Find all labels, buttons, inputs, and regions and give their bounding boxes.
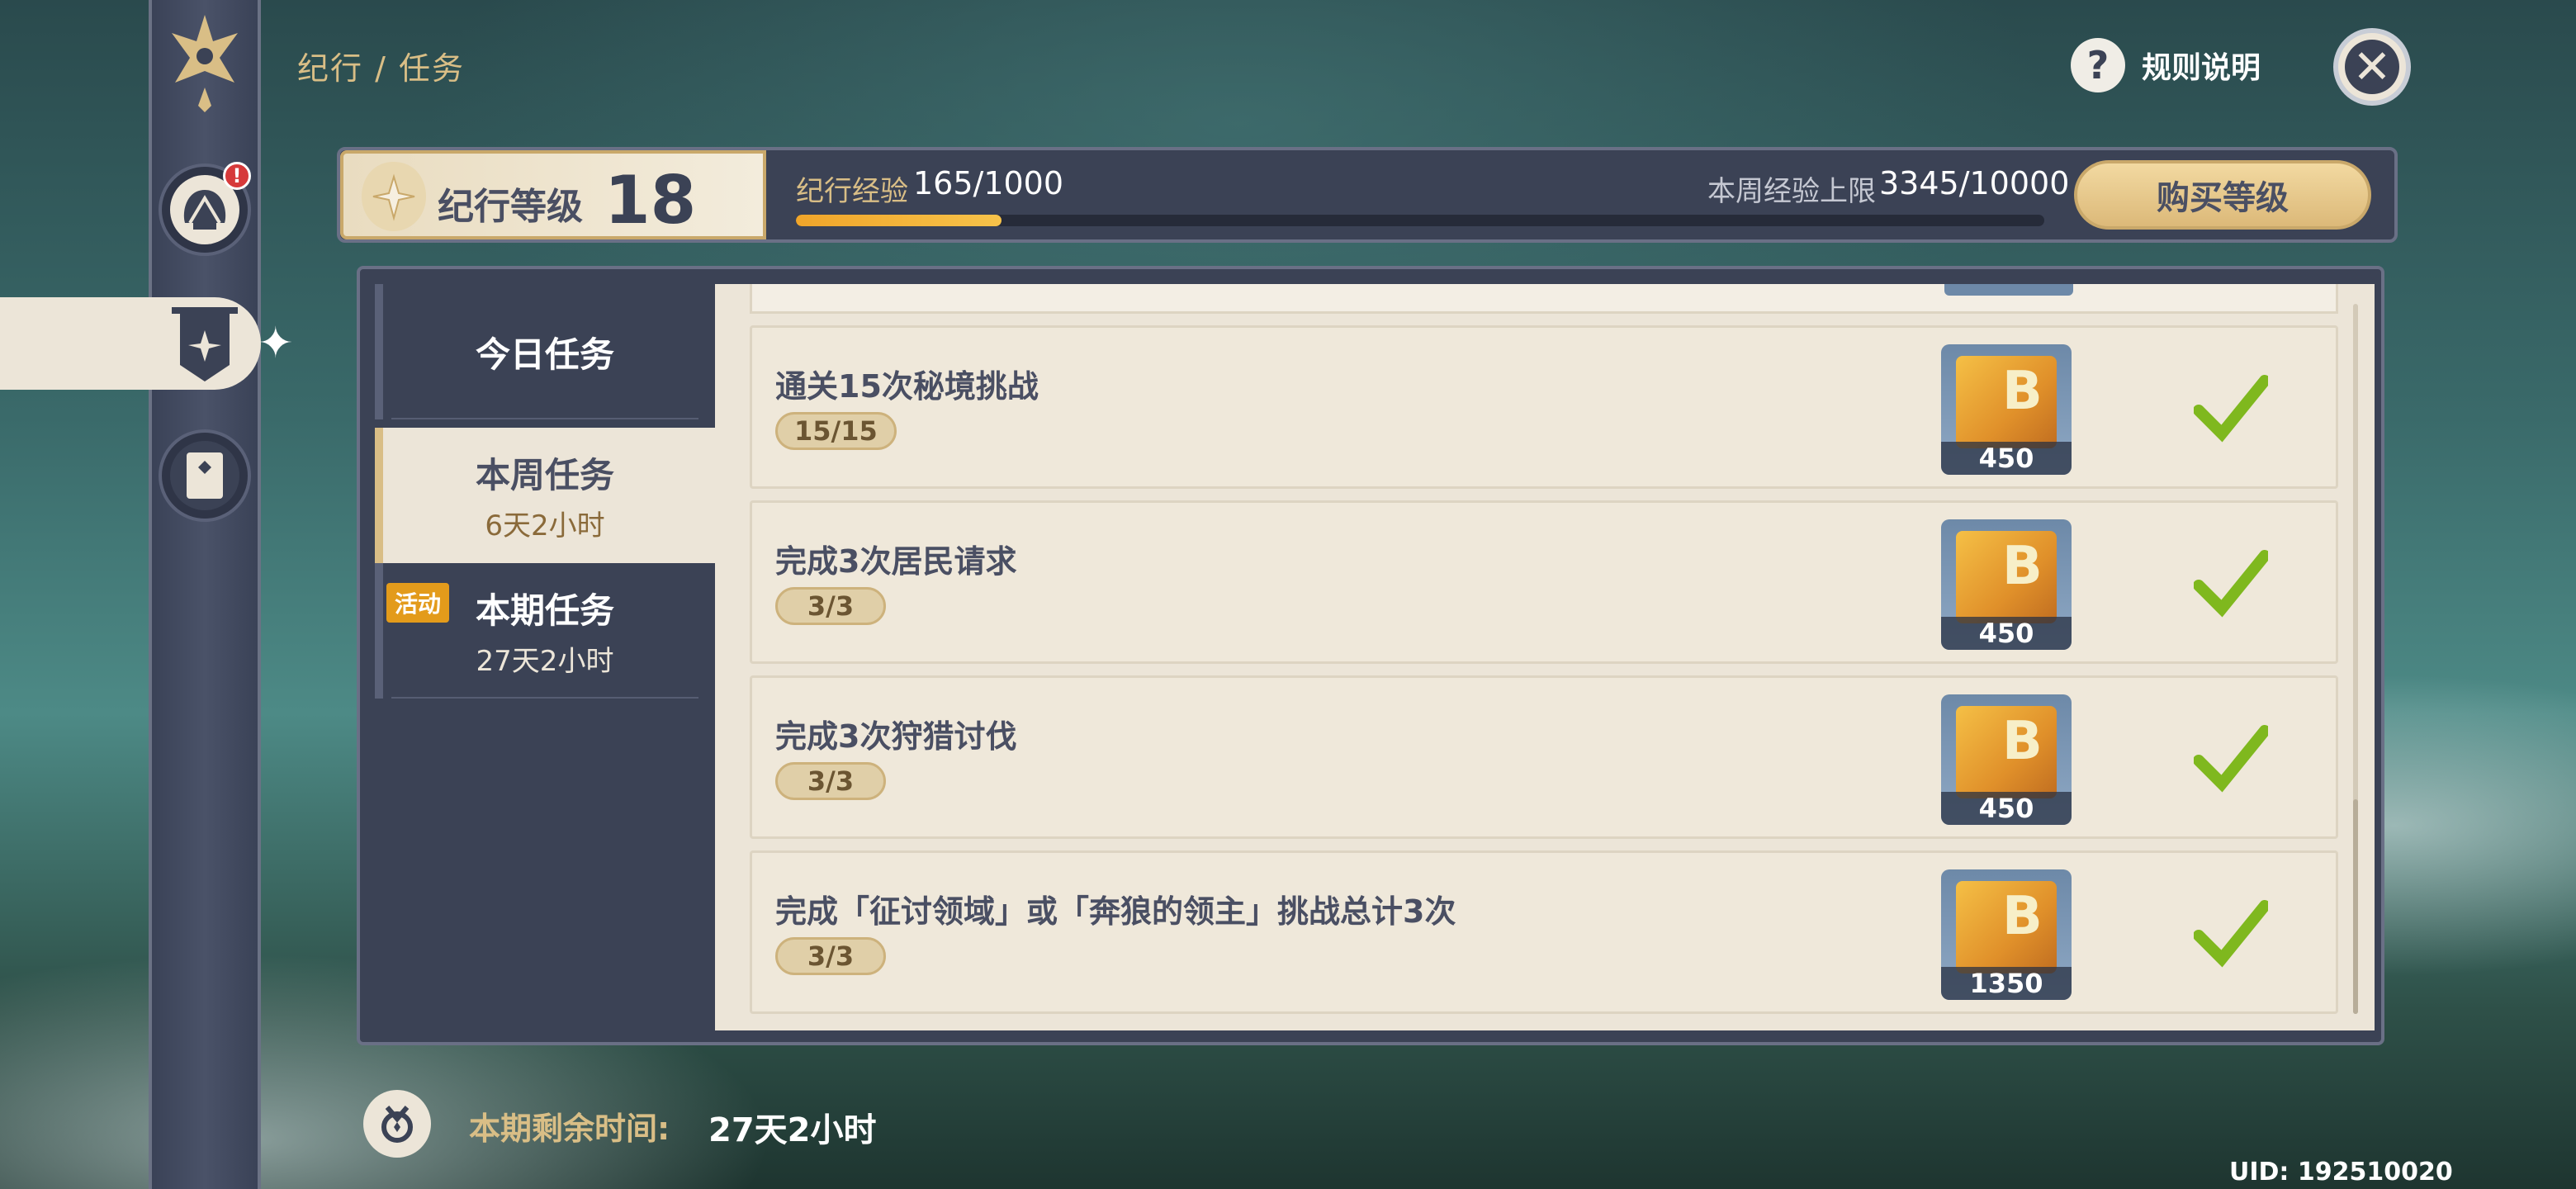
level-box: 纪行等级 18 <box>340 150 766 239</box>
reward-amount: 450 <box>1941 442 2072 475</box>
battle-pass-logo-icon <box>172 15 238 112</box>
remaining-time-label: 本期剩余时间: <box>469 1111 670 1147</box>
task-list: 通关15次秘境挑战 15/15 B 450 完成3次居民请求 3/3 B 450… <box>715 284 2375 1030</box>
mission-panel: 今日任务 本周任务 6天2小时 本期任务 27天2小时 活动 通关15次秘境挑战… <box>357 266 2384 1045</box>
close-icon: ✕ <box>2345 40 2399 94</box>
alert-badge: ! <box>223 162 251 190</box>
list-item: 完成3次狩猎讨伐 3/3 B 450 <box>750 675 2338 839</box>
weekly-cap-value: 3345/10000 <box>1879 165 2070 201</box>
bp-exp-icon: B <box>1956 881 2057 973</box>
reward-amount: 450 <box>1941 792 2072 825</box>
buy-level-button[interactable]: 购买等级 <box>2074 160 2371 230</box>
exp-label: 纪行经验 <box>796 175 908 208</box>
tab-title: 今日任务 <box>475 334 614 375</box>
reward-item[interactable]: B 450 <box>1941 694 2072 825</box>
remaining-time-value: 27天2小时 <box>708 1111 877 1149</box>
tab-title: 本周任务 <box>475 455 614 495</box>
exp-progress-fill <box>796 215 1002 226</box>
rules-button[interactable]: ? 规则说明 <box>2071 38 2261 92</box>
exp-progress-track <box>796 215 2044 226</box>
sparkle-icon: ✦ <box>258 319 294 368</box>
rules-label: 规则说明 <box>2142 51 2261 85</box>
task-progress: 3/3 <box>775 587 886 625</box>
task-title: 完成「征讨领域」或「奔狼的领主」挑战总计3次 <box>775 893 1456 930</box>
level-bar: 纪行等级 18 纪行经验 165/1000 本周经验上限 3345/10000 … <box>337 147 2398 243</box>
reward-item[interactable]: B 450 <box>1941 519 2072 650</box>
hourglass-icon <box>363 1090 431 1158</box>
paimon-menu-button[interactable]: ! <box>159 162 251 256</box>
level-value: 18 <box>604 162 697 239</box>
check-icon <box>2194 375 2268 443</box>
event-tag: 活动 <box>386 583 450 623</box>
exp-value: 165/1000 <box>913 165 1064 201</box>
scrollbar-thumb[interactable] <box>2353 799 2358 1014</box>
task-title: 通关15次秘境挑战 <box>775 368 1039 405</box>
reward-item[interactable]: B 450 <box>1941 344 2072 475</box>
task-title: 完成3次狩猎讨伐 <box>775 718 1017 755</box>
weekly-cap-label: 本周经验上限 <box>1707 175 1876 208</box>
task-progress: 3/3 <box>775 937 886 975</box>
battle-pass-icon[interactable] <box>165 302 244 385</box>
reward-amount: 1350 <box>1941 967 2072 1000</box>
tab-weekly[interactable]: 本周任务 6天2小时 <box>375 428 715 563</box>
bp-exp-icon: B <box>1956 706 2057 798</box>
tab-time: 27天2小时 <box>476 645 614 678</box>
check-icon <box>2194 725 2268 793</box>
task-title: 完成3次居民请求 <box>775 543 1017 580</box>
mission-tabs: 今日任务 本周任务 6天2小时 本期任务 27天2小时 活动 <box>375 284 715 1030</box>
close-button[interactable]: ✕ <box>2333 28 2411 106</box>
breadcrumb: 纪行 / 任务 <box>297 50 465 87</box>
shell-icon <box>183 190 226 230</box>
task-progress: 15/15 <box>775 412 897 450</box>
list-item: 完成「征讨领域」或「奔狼的领主」挑战总计3次 3/3 B 1350 <box>750 850 2338 1014</box>
bp-exp-icon: B <box>1956 356 2057 448</box>
bp-shop-icon <box>187 452 223 499</box>
bp-shop-button[interactable] <box>159 429 251 522</box>
list-item: 完成3次居民请求 3/3 B 450 <box>750 500 2338 664</box>
check-icon <box>2194 550 2268 618</box>
tab-title: 本期任务 <box>475 590 614 631</box>
uid-label: UID: 192510020 <box>2229 1158 2453 1187</box>
list-item <box>750 284 2338 314</box>
reward-amount: 450 <box>1941 617 2072 650</box>
tab-daily[interactable]: 今日任务 <box>375 284 715 419</box>
scrollbar[interactable] <box>2353 304 2358 1014</box>
question-icon: ? <box>2071 38 2125 92</box>
list-item: 通关15次秘境挑战 15/15 B 450 <box>750 325 2338 489</box>
level-label: 纪行等级 <box>438 186 583 228</box>
tab-time: 6天2小时 <box>485 509 605 542</box>
check-icon <box>2194 900 2268 968</box>
task-progress: 3/3 <box>775 762 886 800</box>
reward-item[interactable]: B 1350 <box>1941 869 2072 1000</box>
level-emblem-icon <box>362 162 426 231</box>
bp-exp-icon: B <box>1956 531 2057 623</box>
